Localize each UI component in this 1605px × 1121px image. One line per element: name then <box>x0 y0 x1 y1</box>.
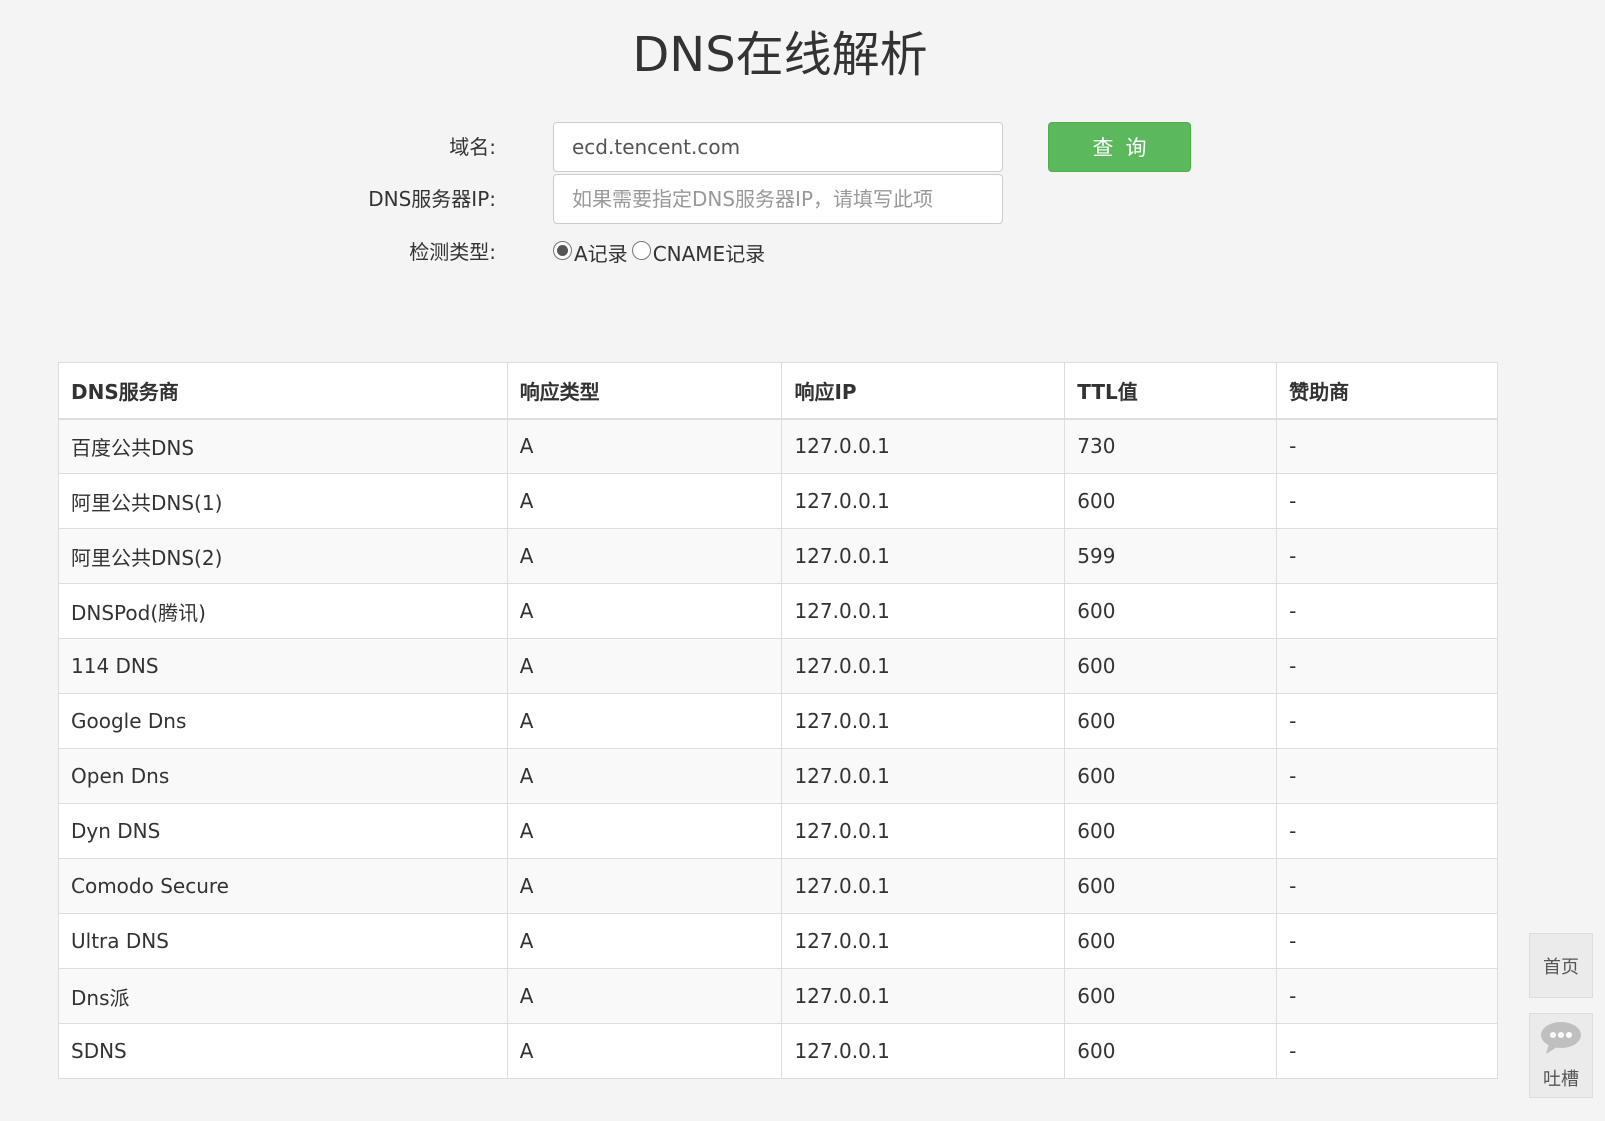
cell-response-ip: 127.0.0.1 <box>781 638 1066 694</box>
cell-dns-provider: 114 DNS <box>58 638 508 694</box>
domain-input[interactable] <box>553 122 1003 172</box>
feedback-label: 吐槽 <box>1543 1069 1579 1090</box>
cell-sponsor: - <box>1276 418 1498 474</box>
header-ttl: TTL值 <box>1064 362 1278 420</box>
chat-bubble-icon <box>1539 1020 1583 1061</box>
radio-cname-record[interactable]: CNAME记录 <box>631 238 766 267</box>
feedback-button[interactable]: 吐槽 <box>1529 1013 1593 1098</box>
cell-response-type: A <box>506 473 783 529</box>
cell-ttl: 600 <box>1064 693 1278 749</box>
cell-ttl: 600 <box>1064 638 1278 694</box>
cell-sponsor: - <box>1276 528 1498 584</box>
radio-a-record-circle[interactable] <box>553 240 572 260</box>
cell-ttl: 600 <box>1064 473 1278 529</box>
cell-sponsor: - <box>1276 913 1498 969</box>
cell-sponsor: - <box>1276 693 1498 749</box>
cell-response-type: A <box>506 693 783 749</box>
cell-sponsor: - <box>1276 803 1498 859</box>
table-row: Dns派 A 127.0.0.1 600- <box>58 968 1498 1024</box>
radio-cname-record-label: CNAME记录 <box>652 241 766 266</box>
cell-response-type: A <box>506 418 783 474</box>
cell-response-ip: 127.0.0.1 <box>781 473 1066 529</box>
cell-dns-provider: Dns派 <box>58 968 508 1024</box>
table-row: 114 DNS A 127.0.0.1 600- <box>58 638 1498 694</box>
table-body: 百度公共DNS A 127.0.0.1 730- 阿里公共DNS(1) A 127.0.0.… <box>58 418 1498 1079</box>
table-row: 百度公共DNS A 127.0.0.1 730- <box>58 418 1498 474</box>
page-title: DNS在线解析 <box>632 27 928 83</box>
home-button[interactable]: 首页 <box>1529 933 1593 998</box>
cell-response-type: A <box>506 803 783 859</box>
cell-dns-provider: 阿里公共DNS(2) <box>58 528 508 584</box>
header-response-ip: 响应IP <box>781 362 1066 420</box>
table-row: 阿里公共DNS(2) A 127.0.0.1 599- <box>58 528 1498 584</box>
cell-response-type: A <box>506 583 783 639</box>
cell-ttl: 599 <box>1064 528 1278 584</box>
table-row: DNSPod(腾讯) A 127.0.0.1 600- <box>58 583 1498 639</box>
cell-response-type: A <box>506 968 783 1024</box>
cell-sponsor: - <box>1276 748 1498 804</box>
cell-ttl: 600 <box>1064 748 1278 804</box>
type-label: 检测类型: <box>409 240 496 264</box>
dns-server-label: DNS服务器IP: <box>368 187 496 211</box>
cell-response-type: A <box>506 528 783 584</box>
cell-sponsor: - <box>1276 1023 1498 1079</box>
table-row: Dyn DNS A 127.0.0.1 600- <box>58 803 1498 859</box>
radio-cname-record-circle[interactable] <box>631 240 651 260</box>
cell-ttl: 600 <box>1064 803 1278 859</box>
record-type-group: A记录 CNAME记录 <box>553 227 765 277</box>
cell-dns-provider: Comodo Secure <box>58 858 508 914</box>
cell-response-ip: 127.0.0.1 <box>781 418 1066 474</box>
cell-dns-provider: Google Dns <box>58 693 508 749</box>
cell-response-ip: 127.0.0.1 <box>781 583 1066 639</box>
cell-response-ip: 127.0.0.1 <box>781 858 1066 914</box>
dns-server-input[interactable] <box>553 174 1003 224</box>
home-label: 首页 <box>1543 956 1579 978</box>
cell-sponsor: - <box>1276 968 1498 1024</box>
cell-ttl: 600 <box>1064 913 1278 969</box>
cell-response-type: A <box>506 638 783 694</box>
table-header-row: DNS服务商 响应类型 响应IP TTL值 赞助商 <box>58 362 1498 420</box>
domain-label: 域名: <box>449 135 496 159</box>
header-sponsor: 赞助商 <box>1276 362 1498 420</box>
cell-response-ip: 127.0.0.1 <box>781 968 1066 1024</box>
table-row: Open Dns A 127.0.0.1 600- <box>58 748 1498 804</box>
cell-response-ip: 127.0.0.1 <box>781 913 1066 969</box>
cell-response-ip: 127.0.0.1 <box>781 1023 1066 1079</box>
table-row: Google Dns A 127.0.0.1 600- <box>58 693 1498 749</box>
cell-dns-provider: 阿里公共DNS(1) <box>58 473 508 529</box>
radio-a-record-label: A记录 <box>574 241 628 266</box>
cell-response-ip: 127.0.0.1 <box>781 803 1066 859</box>
header-response-type: 响应类型 <box>506 362 783 420</box>
cell-response-type: A <box>506 913 783 969</box>
table-row: Comodo Secure A 127.0.0.1 600- <box>58 858 1498 914</box>
cell-sponsor: - <box>1276 638 1498 694</box>
table-row: 阿里公共DNS(1) A 127.0.0.1 600- <box>58 473 1498 529</box>
cell-sponsor: - <box>1276 858 1498 914</box>
cell-ttl: 600 <box>1064 583 1278 639</box>
cell-dns-provider: 百度公共DNS <box>58 418 508 474</box>
cell-response-type: A <box>506 748 783 804</box>
radio-a-record[interactable]: A记录 <box>553 238 628 267</box>
cell-dns-provider: Open Dns <box>58 748 508 804</box>
cell-ttl: 730 <box>1064 418 1278 474</box>
cell-ttl: 600 <box>1064 858 1278 914</box>
cell-dns-provider: DNSPod(腾讯) <box>58 583 508 639</box>
cell-response-type: A <box>506 1023 783 1079</box>
cell-dns-provider: SDNS <box>58 1023 508 1079</box>
cell-sponsor: - <box>1276 473 1498 529</box>
cell-response-ip: 127.0.0.1 <box>781 748 1066 804</box>
cell-ttl: 600 <box>1064 1023 1278 1079</box>
table-row: SDNS A 127.0.0.1 600- <box>58 1023 1498 1079</box>
cell-response-ip: 127.0.0.1 <box>781 528 1066 584</box>
cell-dns-provider: Dyn DNS <box>58 803 508 859</box>
result-table: DNS服务商 响应类型 响应IP TTL值 赞助商 百度公共DNS A 127.0.… <box>58 362 1498 1079</box>
table-row: Ultra DNS A 127.0.0.1 600- <box>58 913 1498 969</box>
header-dns-provider: DNS服务商 <box>58 362 508 420</box>
cell-dns-provider: Ultra DNS <box>58 913 508 969</box>
cell-sponsor: - <box>1276 583 1498 639</box>
cell-response-ip: 127.0.0.1 <box>781 693 1066 749</box>
cell-response-type: A <box>506 858 783 914</box>
query-button[interactable]: 查询 <box>1048 122 1191 172</box>
cell-ttl: 600 <box>1064 968 1278 1024</box>
